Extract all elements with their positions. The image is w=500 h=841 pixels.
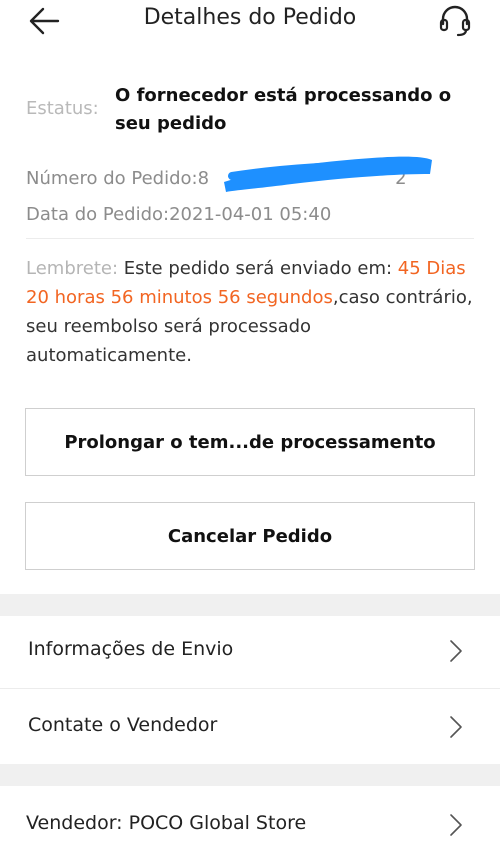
- seller-label: Vendedor: POCO Global Store: [26, 812, 307, 834]
- order-number-start: 8: [197, 168, 210, 189]
- divider: [0, 688, 500, 689]
- status-value: O fornecedor está processando o seu pedi…: [115, 85, 452, 134]
- shipping-info-label: Informações de Envio: [28, 638, 234, 660]
- headset-icon: [439, 5, 471, 37]
- customer-support-button[interactable]: [436, 4, 474, 38]
- shipping-info-row[interactable]: Informações de Envio: [0, 616, 500, 686]
- section-separator: [0, 764, 500, 786]
- reminder-intro: Este pedido será enviado em:: [118, 258, 398, 279]
- redaction-scribble: [224, 156, 432, 192]
- reminder-text: Lembrete: Este pedido será enviado em: 4…: [26, 254, 474, 370]
- seller-row[interactable]: Vendedor: POCO Global Store: [0, 788, 500, 841]
- chevron-right-icon: [450, 716, 462, 738]
- top-bar: Detalhes do Pedido: [0, 0, 500, 42]
- extend-processing-time-button[interactable]: Prolongar o tem...de processamento: [25, 408, 475, 476]
- order-date: Data do Pedido:2021-04-01 05:40: [26, 204, 331, 225]
- contact-seller-label: Contate o Vendedor: [28, 714, 218, 736]
- cancel-order-button[interactable]: Cancelar Pedido: [25, 502, 475, 570]
- chevron-right-icon: [450, 814, 462, 836]
- reminder-label: Lembrete:: [26, 258, 119, 279]
- section-separator: [0, 594, 500, 616]
- chevron-right-icon: [450, 640, 462, 662]
- order-status-row: Estatus: O fornecedor está processando o…: [26, 82, 486, 142]
- page-title: Detalhes do Pedido: [143, 5, 357, 30]
- divider: [26, 238, 474, 239]
- status-label: Estatus:: [26, 98, 99, 119]
- order-date-value: 2021-04-01 05:40: [169, 204, 332, 225]
- order-number-label: Número do Pedido:: [26, 168, 198, 189]
- order-date-label: Data do Pedido:: [26, 204, 170, 225]
- contact-seller-row[interactable]: Contate o Vendedor: [0, 692, 500, 762]
